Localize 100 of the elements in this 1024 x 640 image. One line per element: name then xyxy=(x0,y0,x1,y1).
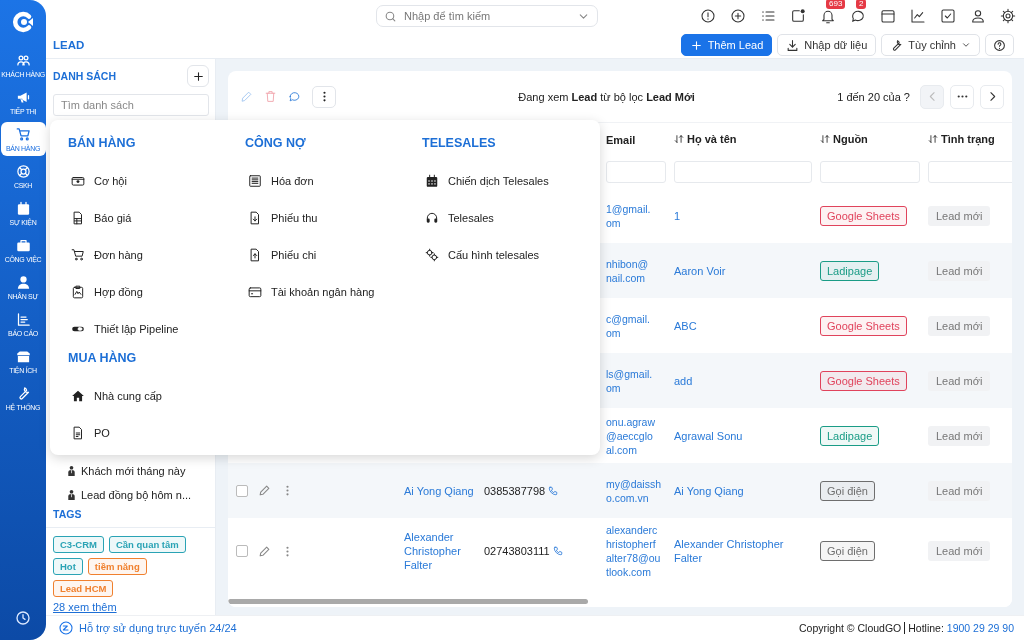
help-button[interactable] xyxy=(985,34,1014,56)
column-header[interactable]: Họ và tên xyxy=(674,133,737,145)
email-link[interactable]: my@daissh o.com.vn xyxy=(606,476,666,505)
house-icon xyxy=(71,388,85,403)
sort-icon xyxy=(674,134,684,144)
filter-field[interactable] xyxy=(820,161,920,183)
list-icon[interactable] xyxy=(760,8,776,24)
user-icon[interactable] xyxy=(970,8,986,24)
email-link[interactable]: c@gmail. om xyxy=(606,311,666,340)
more-button[interactable] xyxy=(312,85,336,108)
menu-item[interactable]: PO xyxy=(68,414,110,451)
search-field[interactable]: Nhập để tìm kiếm xyxy=(402,9,572,23)
menu-item[interactable]: Chiến dịch Telesales xyxy=(422,162,549,199)
tag[interactable]: Hot xyxy=(53,558,83,575)
row-checkbox[interactable] xyxy=(236,545,248,557)
filter-field[interactable] xyxy=(928,161,1012,183)
name-link[interactable]: Alexander Christopher Falter xyxy=(674,537,812,565)
menu-item[interactable]: Tài khoản ngân hàng xyxy=(245,273,375,310)
menu-heading: TELESALES xyxy=(422,135,497,152)
more-link[interactable]: 28 xem thêm xyxy=(53,601,117,613)
filter-field[interactable] xyxy=(606,161,666,183)
add-icon[interactable] xyxy=(730,8,746,24)
name-link[interactable]: Aaron Voir xyxy=(674,263,812,278)
name-link[interactable]: ABC xyxy=(674,318,812,333)
name-link[interactable]: add xyxy=(674,373,812,388)
person-icon xyxy=(15,274,31,290)
email-link[interactable]: onu.agraw @aeccglo al.com xyxy=(606,414,666,457)
name-link[interactable]: Ai Yong Qiang xyxy=(404,483,476,498)
tag[interactable]: Cần quan tâm xyxy=(108,536,186,553)
search-field[interactable]: Tìm danh sách xyxy=(53,94,209,116)
menu-item[interactable]: Telesales xyxy=(422,199,494,236)
menu-item[interactable]: Cấu hình telesales xyxy=(422,236,540,273)
more-pages-button[interactable] xyxy=(950,84,974,109)
chart-icon[interactable] xyxy=(910,8,926,24)
comment-icon[interactable] xyxy=(288,90,301,103)
import-button[interactable]: Nhập dữ liệu xyxy=(777,34,877,56)
menu-heading: BÁN HÀNG xyxy=(68,134,137,152)
menu-item[interactable]: Báo giá xyxy=(68,199,132,236)
bell-icon[interactable] xyxy=(820,8,836,24)
email-link[interactable]: ls@gmail. om xyxy=(606,366,666,395)
checkbox-icon[interactable] xyxy=(940,8,956,24)
alert-icon[interactable] xyxy=(700,8,716,24)
row-checkbox[interactable] xyxy=(236,484,248,497)
name-link[interactable]: Alexander Christopher Falter xyxy=(404,530,476,572)
status-tag: Lead mới xyxy=(928,425,991,446)
status-tag: Lead mới xyxy=(928,260,991,281)
clock-icon[interactable] xyxy=(15,610,31,626)
menu-item[interactable]: Hóa đơn xyxy=(245,162,314,199)
tag[interactable]: C3-CRM xyxy=(53,536,104,553)
calendar-icon xyxy=(15,200,31,216)
download-icon xyxy=(786,38,800,52)
plus-icon xyxy=(191,69,205,83)
menu-item[interactable]: Phiếu chi xyxy=(245,236,317,273)
list-item[interactable]: Lead đồng bộ hôm n... xyxy=(81,489,192,501)
column-header[interactable]: Email xyxy=(606,133,636,146)
support-link[interactable]: Hỗ trợ sử dụng trực tuyến 24/24 xyxy=(79,622,237,634)
name-link[interactable]: 1 xyxy=(674,208,812,223)
page-title: LEAD xyxy=(53,39,85,51)
column-header[interactable]: Tình trạng xyxy=(928,133,995,145)
settings-icon[interactable] xyxy=(1000,8,1016,24)
menu-item[interactable]: Nhà cung cấp xyxy=(68,377,162,414)
briefcase-icon xyxy=(15,237,31,253)
caret-icon xyxy=(961,40,971,50)
name-link[interactable]: Ai Yong Qiang xyxy=(674,483,812,498)
calendar-icon[interactable] xyxy=(880,8,896,24)
file-download-icon xyxy=(248,210,262,225)
menu-item[interactable]: Cơ hội xyxy=(68,162,127,199)
search-box[interactable]: Nhập để tìm kiếm xyxy=(376,5,598,27)
email-link[interactable]: alexanderc hristopherf alter78@ou tlook.com xyxy=(606,523,666,579)
phone-icon[interactable] xyxy=(552,546,563,556)
list-item[interactable]: Khách mới tháng này xyxy=(81,465,186,477)
scrollbar[interactable] xyxy=(228,599,588,604)
customize-button[interactable]: Tùy chỉnh xyxy=(881,34,980,56)
menu-item[interactable]: Hợp đồng xyxy=(68,273,143,310)
menu-item[interactable]: Thiết lập Pipeline xyxy=(68,310,179,347)
menu-item[interactable]: Phiếu thu xyxy=(245,199,318,236)
edit-icon[interactable] xyxy=(258,544,271,558)
menu-item[interactable]: Đơn hàng xyxy=(68,236,143,273)
email-link[interactable]: 1@gmail. om xyxy=(606,201,666,230)
name-link[interactable]: Agrawal Sonu xyxy=(674,428,812,443)
next-page-button[interactable] xyxy=(980,84,1004,109)
plus-icon xyxy=(689,38,703,52)
sort-icon xyxy=(820,134,830,144)
add-list-button[interactable] xyxy=(187,65,209,87)
phone-icon[interactable] xyxy=(548,485,559,496)
email-link[interactable]: nhibon@ nail.com xyxy=(606,256,666,285)
document-icon xyxy=(71,210,85,225)
delete-icon[interactable] xyxy=(264,90,277,103)
count-badge: 693 xyxy=(826,0,846,9)
calendar-icon xyxy=(425,173,439,188)
source-tag: Google Sheets xyxy=(820,370,907,391)
edit-icon[interactable] xyxy=(258,484,271,497)
filter-field[interactable] xyxy=(674,161,812,183)
column-header[interactable]: Nguồn xyxy=(820,133,868,145)
section-title: TAGS xyxy=(53,508,83,522)
add-lead-button[interactable]: Thêm Lead xyxy=(680,34,773,56)
status-tag: Lead mới xyxy=(928,480,991,501)
hotline-link[interactable]: 1900 29 29 90 xyxy=(946,622,1014,634)
notification-icon[interactable] xyxy=(790,8,806,24)
source-tag: Google Sheets xyxy=(820,205,907,226)
